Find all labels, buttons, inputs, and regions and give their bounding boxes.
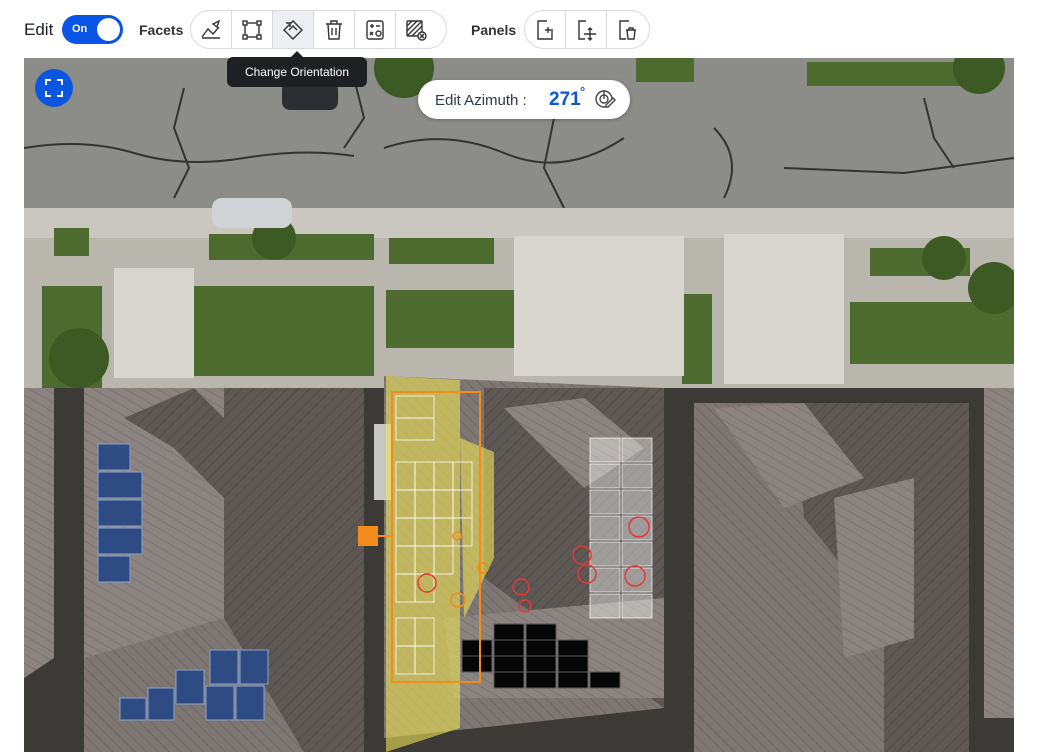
delete-facet-button[interactable] — [314, 11, 355, 48]
calculator-button[interactable] — [355, 11, 396, 48]
add-panel-icon — [537, 19, 553, 40]
change-orientation-icon — [283, 19, 303, 40]
toggle-knob — [97, 18, 120, 41]
draw-facet-button[interactable] — [191, 11, 232, 48]
sidewalk — [24, 208, 1014, 238]
draw-facet-icon — [201, 19, 221, 39]
azimuth-unit: ° — [580, 84, 586, 99]
tooltip: Change Orientation — [227, 57, 367, 87]
rectangle-facet-icon — [242, 19, 262, 40]
delete-icon — [326, 19, 342, 40]
delete-panel-button[interactable] — [607, 11, 647, 48]
rotation-handle[interactable] — [358, 526, 378, 546]
clear-obstructions-icon — [406, 19, 427, 41]
facets-toolbar — [190, 10, 447, 49]
add-panel-button[interactable] — [525, 11, 566, 48]
satellite-map[interactable]: Edit Azimuth : 271 ° — [24, 58, 1014, 752]
edit-label: Edit — [24, 20, 54, 39]
house-right — [694, 388, 1014, 752]
move-panel-button[interactable] — [566, 11, 607, 48]
fullscreen-icon — [45, 79, 63, 97]
fullscreen-button[interactable] — [35, 69, 73, 107]
rectangle-facet-button[interactable] — [232, 11, 273, 48]
toolbar: Edit On Facets Panels — [0, 0, 1037, 58]
panels-label: Panels — [471, 22, 517, 38]
panels-toolbar — [524, 10, 650, 49]
azimuth-control: Edit Azimuth : 271 ° — [418, 80, 630, 119]
move-panel-icon — [578, 19, 596, 41]
azimuth-label: Edit Azimuth : — [435, 92, 527, 109]
compass-edit-icon[interactable] — [594, 88, 616, 110]
facets-label: Facets — [139, 22, 184, 38]
change-orientation-button[interactable] — [273, 11, 314, 48]
toggle-label: On — [72, 23, 88, 35]
edit-toggle[interactable]: On — [62, 15, 123, 44]
clear-obstructions-button[interactable] — [396, 11, 436, 48]
map-canvas[interactable] — [24, 58, 1014, 752]
calculator-icon — [366, 19, 384, 40]
azimuth-value[interactable]: 271 — [549, 89, 581, 111]
delete-panel-icon — [619, 19, 636, 40]
